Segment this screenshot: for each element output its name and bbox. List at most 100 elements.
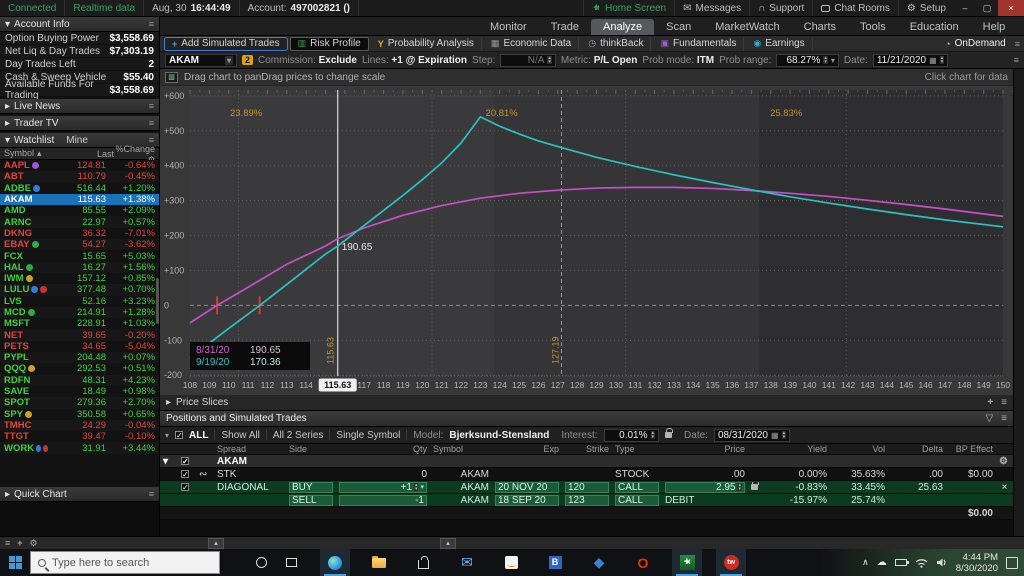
risk-profile-chart[interactable]: ▥ Drag chart to pan Drag prices to chang… <box>160 69 1014 395</box>
watchlist-row-PETS[interactable]: PETS 34.65 -5.04% <box>0 341 159 352</box>
watchlist-row-ADBE[interactable]: ADBE 516.44 +1.20% <box>0 183 159 194</box>
strike-cell[interactable]: 120 <box>562 481 612 493</box>
qty-cell[interactable]: -1 <box>336 494 430 506</box>
exp-cell[interactable]: 20 NOV 20 <box>492 481 562 493</box>
watchlist-row-LVS[interactable]: LVS 52.16 +3.23% <box>0 296 159 307</box>
filter-icon[interactable]: ▽ <box>985 413 993 424</box>
chevron-down-icon[interactable]: ▾ <box>165 431 169 440</box>
taskbar-search[interactable]: Type here to search <box>30 551 220 574</box>
minimize-button[interactable]: – <box>954 0 976 16</box>
column-header[interactable]: Vol <box>830 444 888 454</box>
lock-icon[interactable] <box>751 481 759 490</box>
watchlist-row-MSFT[interactable]: MSFT 228.91 +1.03% <box>0 318 159 329</box>
lock-icon[interactable] <box>665 428 674 438</box>
watchlist-row-DKNG[interactable]: DKNG 36.32 -7.01% <box>0 228 159 239</box>
step-input[interactable]: N/A ▴ ▾ <box>500 53 556 67</box>
setup-button[interactable]: ⚙ Setup <box>897 0 954 16</box>
price-cell[interactable]: .00 <box>662 469 748 480</box>
watchlist-row-ARNC[interactable]: ARNC 22.97 +0.57% <box>0 216 159 228</box>
tab-scan[interactable]: Scan <box>654 19 703 35</box>
column-header[interactable]: Price <box>662 444 748 454</box>
cortana-button[interactable] <box>246 549 276 576</box>
battery-icon[interactable] <box>894 559 909 566</box>
type-cell[interactable]: CALL <box>612 481 662 493</box>
editable-cell[interactable]: -1 <box>339 494 427 506</box>
risk-profile-button[interactable]: ▥ Risk Profile <box>289 36 369 51</box>
chevron-down-icon[interactable]: ▾ <box>420 483 424 491</box>
prob-mode-setting[interactable]: Prob mode: ITM <box>642 55 714 66</box>
editable-cell[interactable]: BUY <box>289 481 333 493</box>
menu-icon[interactable]: ≡ <box>1001 413 1007 424</box>
column-header[interactable]: Exp <box>492 444 562 454</box>
editable-cell[interactable]: 20 NOV 20 <box>495 481 559 493</box>
position-row-sell[interactable]: SELL -1 AKAM 18 SEP 20 123 CALL DEBIT -15.97% 25… <box>160 494 1013 507</box>
column-header[interactable]: Strike <box>562 444 612 454</box>
earnings-button[interactable]: ◉ Earnings <box>746 36 813 51</box>
column-header[interactable]: Spread <box>214 444 286 454</box>
onedrive-icon[interactable]: ☁ <box>877 557 887 568</box>
group-checkbox[interactable]: ✓ <box>181 456 189 465</box>
price-cell[interactable]: DEBIT <box>662 495 748 506</box>
watchlist-row-HAL[interactable]: HAL 16.27 +1.56% <box>0 261 159 273</box>
menu-icon[interactable]: ≡ <box>149 489 154 499</box>
side-cell[interactable]: SELL <box>286 494 336 506</box>
task-view-button[interactable] <box>276 549 306 576</box>
gear-icon[interactable]: ⚙ <box>30 538 38 549</box>
sort-symbol[interactable]: Symbol ▴ <box>4 148 62 159</box>
stepper[interactable]: ▴ ▾ <box>781 431 787 440</box>
ondemand-button[interactable]: ◔ OnDemand <box>938 37 1013 51</box>
tw-app-button[interactable]: tw <box>716 549 746 576</box>
account-info-header[interactable]: ▾ Account Info ≡ <box>0 17 159 32</box>
qty-cell[interactable]: +1 ▴ ▾ ▾ <box>336 481 430 493</box>
row-checkbox[interactable]: ✓ <box>181 469 189 478</box>
watchlist-row-SAVE[interactable]: SAVE 18.49 +0.98% <box>0 386 159 397</box>
file-explorer-button[interactable] <box>364 549 394 576</box>
support-button[interactable]: ∩ Support <box>749 0 812 16</box>
watchlist-row-AMD[interactable]: AMD 85.55 +2.09% <box>0 205 159 216</box>
risk-profile-plot[interactable]: -200 -100 0 +100 +200 +300 +400 +500 +600 108 109 1… <box>160 86 1014 395</box>
type-cell[interactable]: CALL <box>612 494 662 506</box>
column-header[interactable]: Qty <box>336 444 430 454</box>
maximize-button[interactable]: ▢ <box>976 0 998 16</box>
column-header[interactable]: Delta <box>888 444 946 454</box>
qty-cell[interactable]: 0 <box>336 469 430 480</box>
fundamentals-button[interactable]: ▣ Fundamentals <box>653 36 745 51</box>
start-button[interactable] <box>0 549 30 576</box>
editable-cell[interactable]: CALL <box>615 494 659 506</box>
stepper[interactable]: ▴ ▾ <box>823 56 828 65</box>
column-header[interactable]: BP Effect <box>946 444 996 454</box>
model-value[interactable]: Bjerksund-Stensland <box>449 430 549 441</box>
menu-icon[interactable]: ≡ <box>149 118 154 128</box>
positions-header[interactable]: Positions and Simulated Trades ▽ ≡ <box>160 411 1013 427</box>
home-screen-button[interactable]: + + Home Screen <box>582 0 674 16</box>
watchlist-row-AKAM[interactable]: AKAM 115.63 +1.38% <box>0 193 159 206</box>
stepper[interactable]: ▴ ▾ <box>547 56 552 65</box>
economic-data-button[interactable]: ▦ Economic Data <box>484 36 580 51</box>
tab-tools[interactable]: Tools <box>848 19 898 35</box>
watchlist-row-FCX[interactable]: FCX 15.65 +5.03% <box>0 250 159 262</box>
edge-button[interactable] <box>320 549 350 576</box>
menu-icon[interactable]: ≡ <box>1015 39 1020 49</box>
watchlist-row-IWM[interactable]: IWM 157.12 +0.85% <box>0 273 159 284</box>
expiration-date-input[interactable]: 11/21/2020 ▦ ▴ ▾ <box>872 53 949 67</box>
editable-cell[interactable]: 120 <box>565 481 609 493</box>
type-cell[interactable]: STOCK <box>612 469 662 480</box>
watchlist-row-EBAY[interactable]: EBAY 54.27 -3.62% <box>0 239 159 251</box>
column-header[interactable]: Symbol <box>430 444 492 454</box>
menu-icon[interactable]: ≡ <box>1014 55 1019 65</box>
watchlist-row-NET[interactable]: NET 39.65 -0.20% <box>0 329 159 341</box>
quick-chart-header[interactable]: ▸ Quick Chart ≡ <box>0 487 159 502</box>
table-cell[interactable] <box>748 481 772 493</box>
expander-icon[interactable]: ▾ <box>160 456 178 467</box>
editable-cell[interactable]: +1 ▴ ▾ ▾ <box>339 481 427 493</box>
live-news-header[interactable]: ▸ Live News ≡ <box>0 99 159 114</box>
chevron-down-icon[interactable]: ▾ <box>831 56 835 65</box>
tab-trade[interactable]: Trade <box>539 19 591 35</box>
chat-rooms-button[interactable]: Chat Rooms <box>812 0 898 16</box>
stepper[interactable]: ▴ ▾ <box>650 431 656 440</box>
chart-icon[interactable]: ▥ <box>165 71 178 83</box>
collapse-sidebar-button[interactable]: ▴ <box>208 538 224 549</box>
exp-cell[interactable]: 18 SEP 20 <box>492 494 562 506</box>
trader-tv-header[interactable]: ▸ Trader TV ≡ <box>0 116 159 131</box>
editable-cell[interactable]: SELL <box>289 494 333 506</box>
